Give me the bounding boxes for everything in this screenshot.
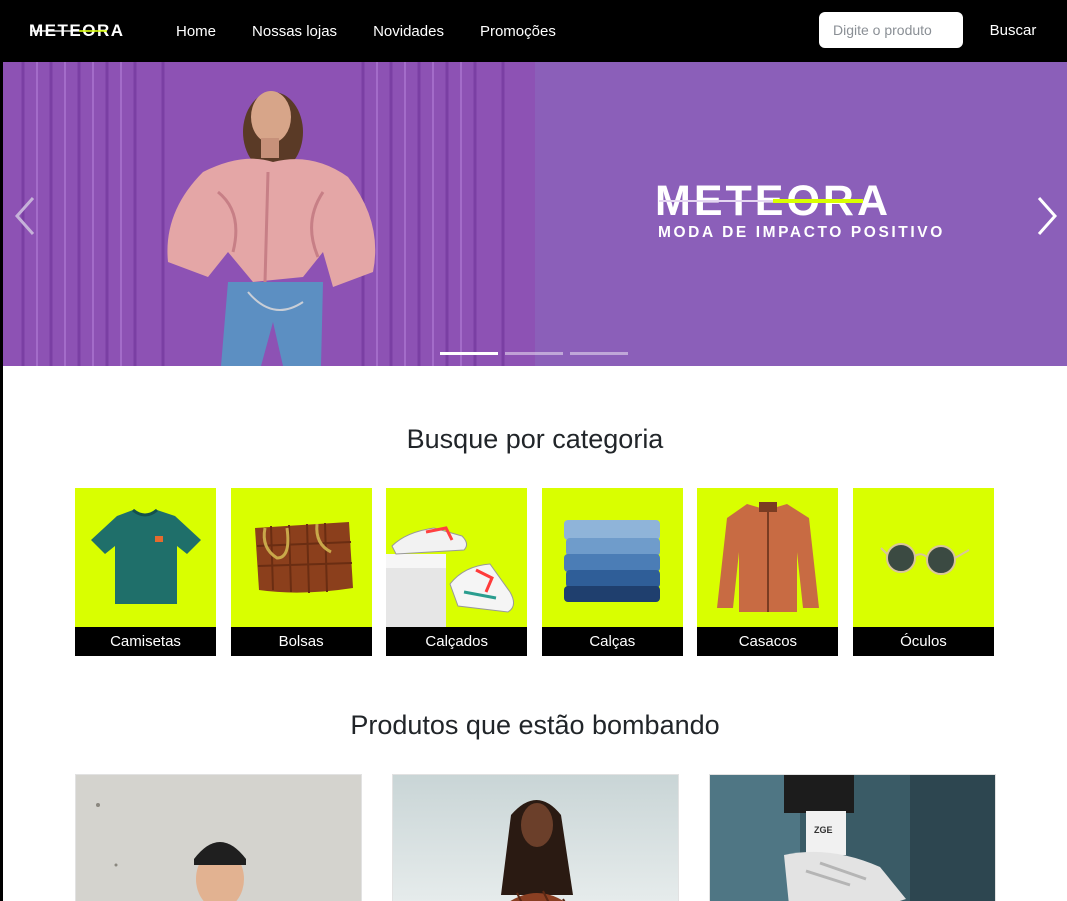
category-card-calcados[interactable]: Calçados xyxy=(386,488,528,656)
product-list: ZGE xyxy=(75,774,1026,901)
category-label: Casacos xyxy=(697,627,839,656)
product-image xyxy=(393,775,678,901)
category-card-calcas[interactable]: Calças xyxy=(541,488,683,656)
carousel-indicators xyxy=(440,352,635,355)
sunglasses-image xyxy=(880,543,970,575)
category-list: Camisetas Bolsas Calçados Calças Casacos… xyxy=(75,488,1009,656)
search-input[interactable] xyxy=(819,12,963,48)
nav-links: Home Nossas lojas Novidades Promoções xyxy=(176,0,592,62)
product-card-1[interactable] xyxy=(75,774,362,901)
hero-tagline: MODA DE IMPACTO POSITIVO xyxy=(658,224,945,241)
carousel-indicator-1[interactable] xyxy=(440,352,498,355)
categories-title: Busque por categoria xyxy=(406,424,664,454)
carousel-indicator-2[interactable] xyxy=(505,352,563,355)
navbar: METEORA Home Nossas lojas Novidades Prom… xyxy=(3,0,1067,62)
product-card-2[interactable] xyxy=(392,774,679,901)
jeans-image xyxy=(563,520,660,602)
category-label: Bolsas xyxy=(230,627,372,656)
carousel-indicator-3[interactable] xyxy=(570,352,628,355)
nav-link-home[interactable]: Home xyxy=(176,23,216,40)
category-card-oculos[interactable]: Óculos xyxy=(852,488,994,656)
bag-image xyxy=(254,522,353,594)
category-label: Camisetas xyxy=(75,627,216,656)
product-image xyxy=(76,775,361,901)
search-button[interactable]: Buscar xyxy=(978,12,1048,48)
tshirt-image xyxy=(91,508,201,604)
nav-link-nossas-lojas[interactable]: Nossas lojas xyxy=(252,23,337,40)
category-label: Óculos xyxy=(852,627,994,656)
nav-link-promocoes[interactable]: Promoções xyxy=(480,23,556,40)
category-label: Calças xyxy=(541,627,683,656)
category-card-bolsas[interactable]: Bolsas xyxy=(230,488,372,656)
svg-text:ZGE: ZGE xyxy=(814,825,833,835)
sneakers-image xyxy=(386,526,515,627)
jacket-image xyxy=(717,502,820,612)
category-label: Calçados xyxy=(386,627,528,656)
category-card-casacos[interactable]: Casacos xyxy=(697,488,839,656)
category-card-camisetas[interactable]: Camisetas xyxy=(75,488,216,656)
nav-link-novidades[interactable]: Novidades xyxy=(373,23,444,40)
hero-photo xyxy=(3,62,535,366)
brand-logo[interactable]: METEORA xyxy=(29,20,139,42)
product-image: ZGE xyxy=(710,775,995,901)
product-card-3[interactable]: ZGE xyxy=(709,774,996,901)
carousel-next-icon[interactable] xyxy=(1031,194,1061,238)
carousel-prev-icon[interactable] xyxy=(11,194,41,238)
hero-logo: METEORA xyxy=(655,177,888,222)
hero-carousel: METEORA MODA DE IMPACTO POSITIVO xyxy=(3,62,1067,366)
products-title: Produtos que estão bombando xyxy=(350,710,720,740)
